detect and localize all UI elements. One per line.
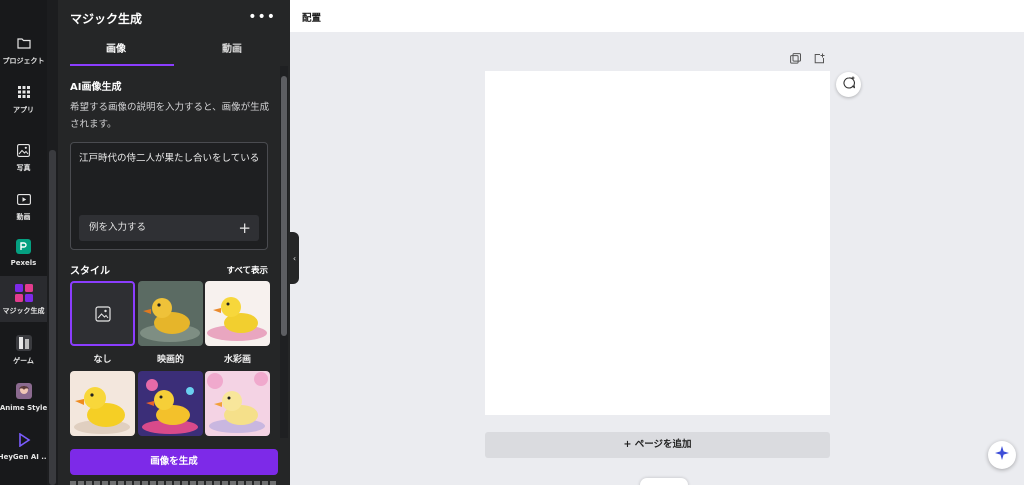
image-placeholder-icon: [94, 305, 111, 322]
rail-item-projects[interactable]: プロジェクト: [0, 33, 47, 66]
rail-item-videos[interactable]: 動画: [0, 189, 47, 222]
sparkle-icon: [994, 445, 1010, 465]
rail-item-game[interactable]: ゲーム: [0, 333, 47, 366]
left-rail: プロジェクト アプリ 写真 動画 Pexels マジック生成 ゲーム Anime…: [0, 0, 49, 485]
design-page[interactable]: [485, 71, 830, 415]
position-button[interactable]: 配置: [302, 10, 321, 24]
canvas-topbar: 配置: [290, 0, 1024, 32]
style-label-none: なし: [93, 355, 112, 365]
style-option-4[interactable]: [70, 371, 135, 436]
chevron-left-icon: ‹: [292, 253, 297, 263]
tab-video[interactable]: 動画: [174, 36, 290, 66]
duck-style-6-image: [205, 371, 270, 436]
panel-scrollbar-thumb[interactable]: [281, 76, 287, 336]
style-section-title: スタイル: [70, 266, 110, 277]
example-input-label: 例を入力する: [89, 222, 147, 233]
page-navigator-handle[interactable]: [640, 478, 688, 485]
section-description: 希望する画像の説明を入力すると、画像が生成されます。: [70, 102, 270, 130]
style-option-none[interactable]: [70, 281, 135, 346]
duck-style-5-image: [138, 371, 203, 436]
magic-assistant-button[interactable]: [988, 441, 1016, 469]
generate-image-button[interactable]: 画像を生成: [70, 449, 278, 475]
rail-item-apps[interactable]: アプリ: [0, 82, 47, 115]
add-page-icon[interactable]: [812, 51, 826, 65]
style-option-cinematic[interactable]: [138, 281, 203, 346]
media-tabs: 画像 動画: [58, 36, 290, 66]
style-option-6[interactable]: [205, 371, 270, 436]
prompt-textarea[interactable]: 江戸時代の侍二人が果たし合いをしている 例を入力する +: [70, 142, 268, 250]
show-all-link[interactable]: すべて表示: [226, 264, 268, 276]
example-input-button[interactable]: 例を入力する +: [79, 215, 259, 241]
style-label-watercolor: 水彩画: [223, 355, 251, 365]
pexels-icon: [14, 236, 34, 256]
rail-scrollbar[interactable]: [47, 0, 58, 485]
folder-icon: [14, 33, 34, 53]
comment-plus-icon: [842, 75, 856, 94]
game-icon: [14, 333, 34, 353]
rail-item-heygen[interactable]: HeyGen AI ...: [0, 430, 49, 461]
duck-watercolor-image: [205, 281, 270, 346]
photo-icon: [14, 140, 34, 160]
anime-style-icon: [14, 381, 34, 401]
section-title: AI画像生成: [70, 82, 122, 93]
more-options-icon[interactable]: •••: [248, 9, 276, 25]
heygen-icon: [14, 430, 34, 450]
rail-item-magic-media[interactable]: マジック生成: [0, 276, 47, 322]
add-page-button[interactable]: + ページを追加: [485, 432, 830, 458]
video-icon: [14, 189, 34, 209]
prompt-text[interactable]: 江戸時代の侍二人が果たし合いをしている: [79, 150, 259, 164]
duck-style-4-image: [70, 371, 135, 436]
panel-title: マジック生成: [70, 12, 143, 26]
tab-image[interactable]: 画像: [58, 36, 174, 66]
rail-item-photos[interactable]: 写真: [0, 140, 47, 173]
apps-grid-icon: [14, 82, 34, 102]
rail-scrollbar-thumb[interactable]: [49, 150, 56, 485]
footer-note: [70, 481, 278, 485]
panel-scrollbar[interactable]: [280, 66, 288, 438]
page-tools: [778, 51, 826, 65]
magic-media-panel: マジック生成 ••• 画像 動画 AI画像生成 希望する画像の説明を入力すると、…: [58, 0, 290, 485]
style-label-cinematic: 映画的: [156, 355, 184, 365]
duplicate-page-icon[interactable]: [788, 51, 802, 65]
magic-media-icon: [14, 283, 34, 303]
add-comment-button[interactable]: [836, 72, 861, 97]
collapse-panel-button[interactable]: ‹: [290, 232, 299, 284]
rail-item-pexels[interactable]: Pexels: [0, 236, 47, 267]
style-option-5[interactable]: [138, 371, 203, 436]
duck-cinematic-image: [138, 281, 203, 346]
style-option-watercolor[interactable]: [205, 281, 270, 346]
plus-icon: +: [238, 219, 251, 237]
rail-item-anime-style[interactable]: Anime Style: [0, 381, 47, 412]
